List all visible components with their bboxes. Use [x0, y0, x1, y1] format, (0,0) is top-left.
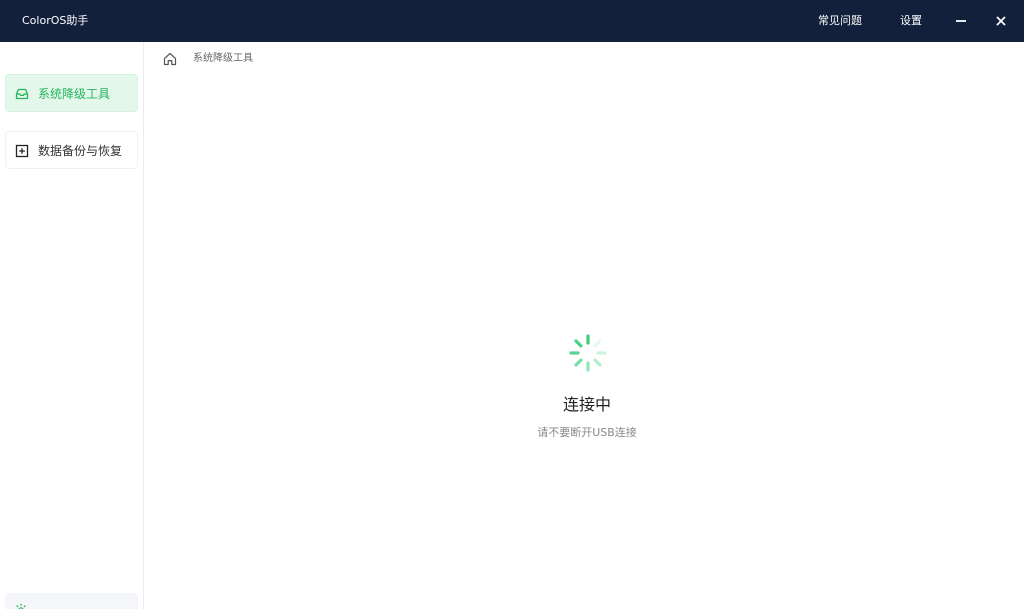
sidebar-footer-button[interactable] [5, 593, 138, 609]
sun-icon [16, 603, 26, 609]
faq-menu-link[interactable]: 常见问题 [818, 14, 862, 28]
app-title: ColorOS助手 [22, 14, 89, 27]
inbox-icon [15, 88, 29, 100]
close-button[interactable] [990, 10, 1012, 32]
loading-spinner-icon [569, 334, 607, 372]
connection-status-title: 连接中 [562, 395, 611, 414]
minimize-icon [956, 20, 966, 22]
settings-menu-link[interactable]: 设置 [900, 14, 922, 28]
sidebar: 系统降级工具 数据备份与恢复 [0, 42, 144, 609]
home-icon[interactable] [162, 51, 178, 67]
sidebar-item-data-backup[interactable]: 数据备份与恢复 [5, 131, 138, 169]
connection-status-hint: 请不要断开USB连接 [537, 426, 637, 439]
title-bar: ColorOS助手 常见问题 设置 [0, 0, 1024, 42]
breadcrumb-current: 系统降级工具 [193, 53, 253, 64]
main-content: 系统降级工具 连接中 请不要断开USB连接 [145, 42, 1024, 609]
sidebar-item-label: 数据备份与恢复 [38, 144, 123, 158]
plus-square-icon [15, 144, 29, 158]
minimize-button[interactable] [950, 10, 972, 32]
sidebar-item-system-downgrade[interactable]: 系统降级工具 [5, 74, 138, 112]
close-icon [996, 16, 1006, 26]
sidebar-item-label: 系统降级工具 [38, 87, 111, 101]
coloros-assistant-window: ColorOS助手 常见问题 设置 系统降级工具 数据备份与恢复 系统降级工具 … [0, 0, 1024, 609]
